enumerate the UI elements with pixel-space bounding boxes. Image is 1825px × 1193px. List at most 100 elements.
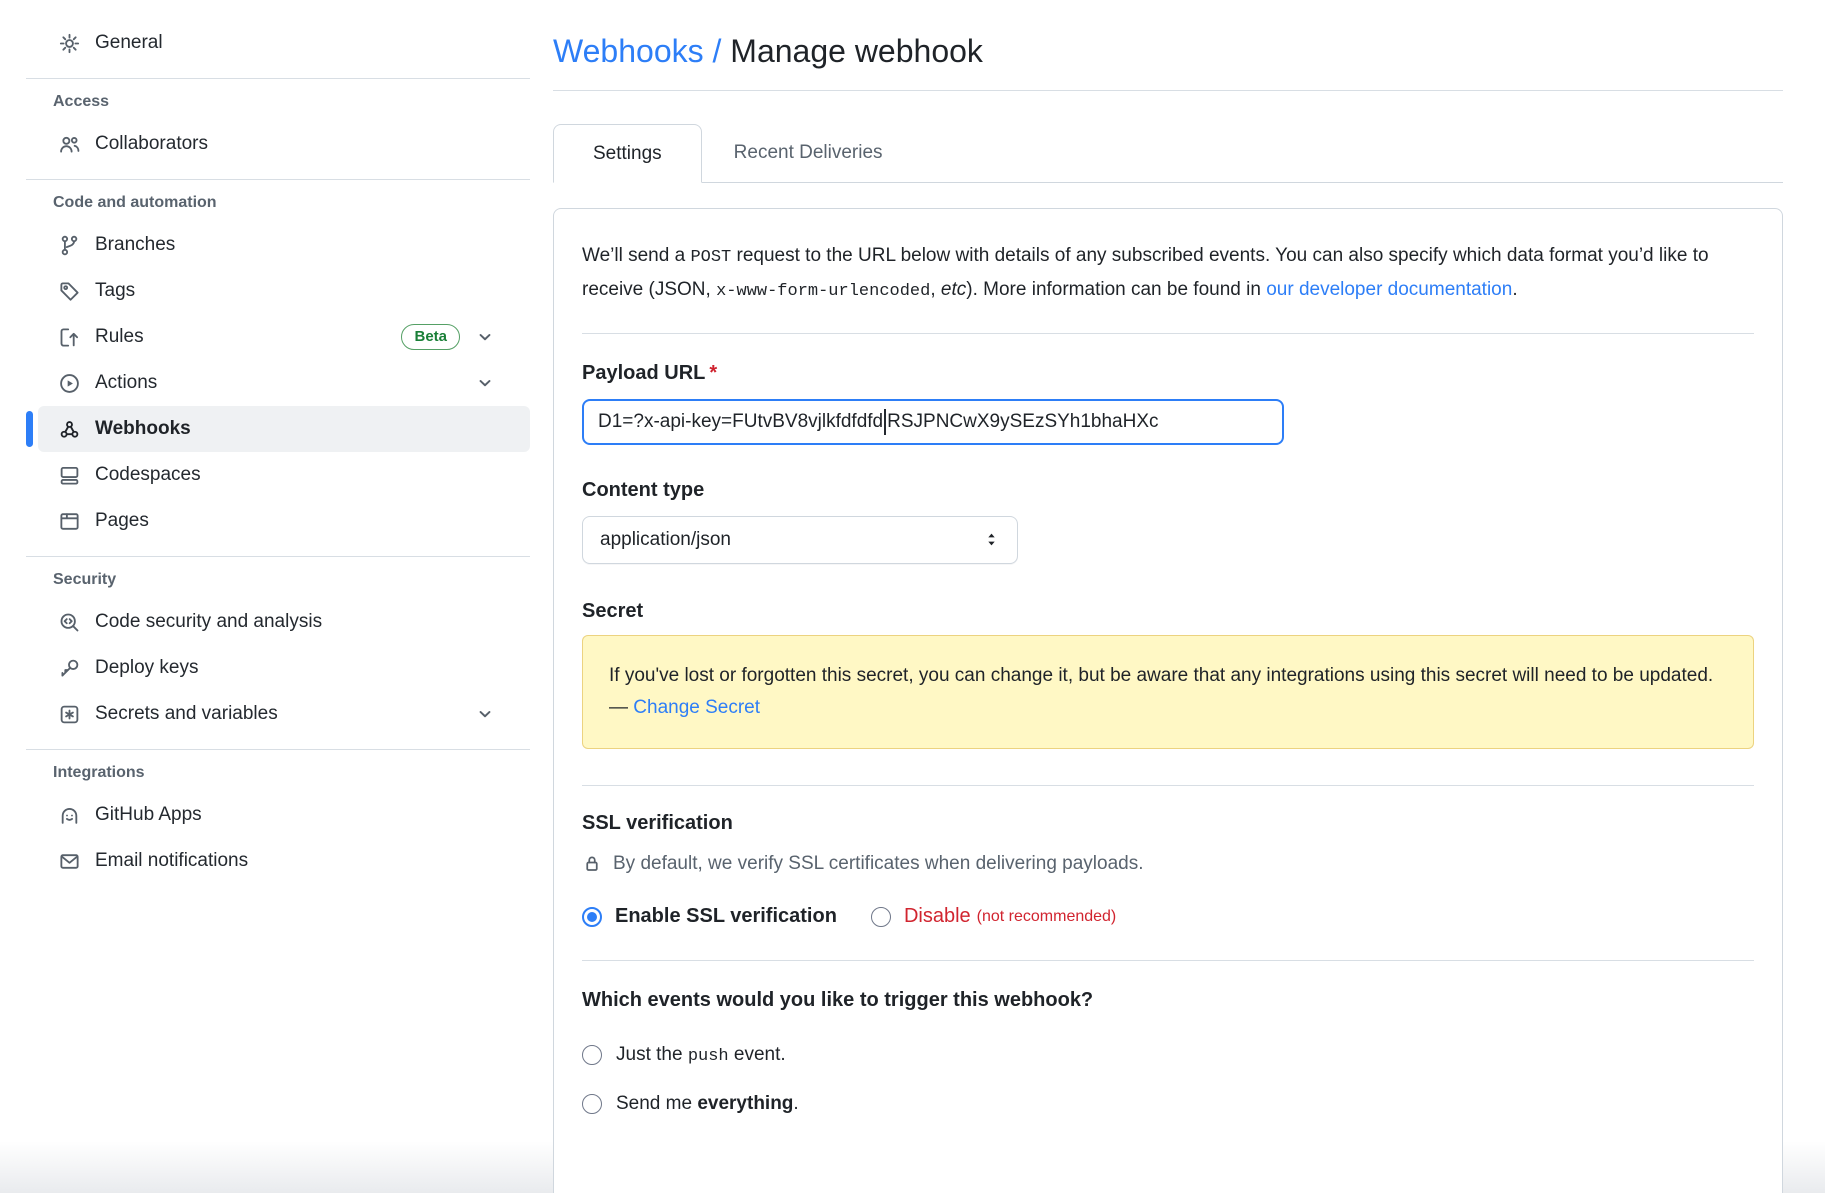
- tab-bar: Settings Recent Deliveries: [553, 124, 1783, 183]
- github-app-icon: [59, 805, 80, 826]
- breadcrumb-webhooks-link[interactable]: Webhooks /: [553, 33, 721, 69]
- mail-icon: [59, 851, 80, 872]
- sidebar-item-code-security[interactable]: Code security and analysis: [38, 599, 530, 645]
- sidebar-section-integrations: Integrations: [53, 764, 530, 782]
- divider: [582, 333, 1754, 334]
- sidebar-section-security: Security: [53, 571, 530, 589]
- lock-icon: [582, 854, 602, 874]
- sidebar-item-codespaces[interactable]: Codespaces: [38, 452, 530, 498]
- enable-ssl-radio[interactable]: [582, 907, 602, 927]
- sidebar-item-label: Collaborators: [95, 133, 208, 155]
- sidebar-item-webhooks[interactable]: Webhooks: [38, 406, 530, 452]
- settings-sidebar: General Access Collaborators Code and au…: [26, 20, 530, 884]
- sidebar-section-code-automation: Code and automation: [53, 194, 530, 212]
- text-caret: [884, 409, 886, 435]
- ssl-options: Enable SSL verification Disable (not rec…: [582, 905, 1754, 928]
- event-option-push: Just the push event.: [582, 1044, 1754, 1066]
- divider: [582, 785, 1754, 786]
- payload-url-input[interactable]: D1=?x-api-key=FUtvBV8vjlkfdfdfdRSJPNCwX9…: [582, 399, 1284, 445]
- beta-badge: Beta: [401, 324, 460, 350]
- sidebar-item-label: Deploy keys: [95, 657, 199, 679]
- browser-window-icon: [59, 511, 80, 532]
- sidebar-item-label: GitHub Apps: [95, 804, 202, 826]
- sidebar-item-tags[interactable]: Tags: [38, 268, 530, 314]
- webhook-icon: [59, 419, 80, 440]
- developer-docs-link[interactable]: our developer documentation: [1266, 279, 1512, 300]
- webhook-settings-panel: We’ll send a POST request to the URL bel…: [553, 208, 1783, 1193]
- urlencoded-code: x-www-form-urlencoded: [716, 282, 930, 301]
- required-asterisk: *: [709, 362, 717, 384]
- sidebar-section-access: Access: [53, 93, 530, 111]
- sidebar-item-label: Email notifications: [95, 850, 248, 872]
- sidebar-item-deploy-keys[interactable]: Deploy keys: [38, 645, 530, 691]
- play-icon: [59, 373, 80, 394]
- sidebar-item-label: Rules: [95, 326, 144, 348]
- chevron-down-icon[interactable]: [476, 705, 494, 723]
- secret-label: Secret: [582, 600, 1754, 623]
- main-content: Webhooks / Manage webhook Settings Recen…: [553, 0, 1783, 1193]
- divider: [26, 749, 530, 750]
- divider: [582, 960, 1754, 961]
- sidebar-item-label: Actions: [95, 372, 157, 394]
- ssl-verification-heading: SSL verification: [582, 812, 1754, 835]
- send-everything-radio[interactable]: [582, 1094, 602, 1114]
- divider: [553, 90, 1783, 91]
- tab-recent-deliveries[interactable]: Recent Deliveries: [702, 124, 915, 182]
- divider: [26, 78, 530, 79]
- sidebar-item-general[interactable]: General: [38, 20, 530, 66]
- sidebar-item-actions[interactable]: Actions: [38, 360, 530, 406]
- enable-ssl-label: Enable SSL verification: [615, 905, 837, 928]
- breadcrumb-current: Manage webhook: [730, 33, 983, 69]
- sidebar-item-pages[interactable]: Pages: [38, 498, 530, 544]
- disable-ssl-radio[interactable]: [871, 907, 891, 927]
- change-secret-link[interactable]: Change Secret: [633, 697, 760, 718]
- rules-icon: [59, 327, 80, 348]
- sidebar-item-branches[interactable]: Branches: [38, 222, 530, 268]
- sidebar-item-label: Tags: [95, 280, 135, 302]
- sidebar-item-label: Webhooks: [95, 418, 191, 440]
- page-title: Webhooks / Manage webhook: [553, 33, 1783, 70]
- sidebar-item-secrets-variables[interactable]: Secrets and variables: [38, 691, 530, 737]
- sidebar-item-label: General: [95, 32, 163, 54]
- git-branch-icon: [59, 235, 80, 256]
- send-everything-label: Send me everything.: [616, 1093, 799, 1115]
- disable-ssl-note: (not recommended): [977, 908, 1117, 926]
- just-push-radio[interactable]: [582, 1045, 602, 1065]
- sidebar-item-email-notifications[interactable]: Email notifications: [38, 838, 530, 884]
- secret-warning-box: If you've lost or forgotten this secret,…: [582, 635, 1754, 750]
- sidebar-item-label: Code security and analysis: [95, 611, 322, 633]
- sidebar-item-github-apps[interactable]: GitHub Apps: [38, 792, 530, 838]
- sidebar-item-label: Branches: [95, 234, 175, 256]
- disable-ssl-label: Disable: [904, 905, 971, 928]
- content-type-value: application/json: [600, 529, 731, 551]
- tab-settings[interactable]: Settings: [553, 124, 702, 183]
- code-scan-icon: [59, 612, 80, 633]
- chevron-down-icon[interactable]: [476, 374, 494, 392]
- ssl-note: By default, we verify SSL certificates w…: [582, 853, 1754, 875]
- input-text-before-caret: D1=?x-api-key=FUtvBV8vjlkfdfdfd: [598, 411, 883, 433]
- content-type-label: Content type: [582, 479, 1754, 502]
- sidebar-item-label: Secrets and variables: [95, 703, 278, 725]
- divider: [26, 556, 530, 557]
- secret-warning-text: If you've lost or forgotten this secret,…: [609, 665, 1713, 718]
- chevron-down-icon[interactable]: [476, 328, 494, 346]
- divider: [26, 179, 530, 180]
- active-indicator-bar: [26, 411, 33, 447]
- radio-dot: [587, 912, 597, 922]
- payload-url-label: Payload URL*: [582, 362, 1754, 385]
- event-option-everything: Send me everything.: [582, 1093, 1754, 1115]
- ssl-note-text: By default, we verify SSL certificates w…: [613, 853, 1144, 875]
- post-code: POST: [690, 248, 731, 267]
- input-text-after-caret: RSJPNCwX9ySEzSYh1bhaHXc: [887, 411, 1158, 433]
- events-heading: Which events would you like to trigger t…: [582, 989, 1754, 1012]
- asterisk-box-icon: [59, 704, 80, 725]
- sidebar-item-rules[interactable]: Rules Beta: [38, 314, 530, 360]
- sidebar-item-label: Codespaces: [95, 464, 201, 486]
- sidebar-item-label: Pages: [95, 510, 149, 532]
- select-arrows-icon: [983, 531, 1000, 548]
- intro-text: We’ll send a POST request to the URL bel…: [582, 239, 1754, 307]
- content-type-select[interactable]: application/json: [582, 516, 1018, 564]
- sidebar-item-collaborators[interactable]: Collaborators: [38, 121, 530, 167]
- push-code: push: [688, 1047, 729, 1066]
- tag-icon: [59, 281, 80, 302]
